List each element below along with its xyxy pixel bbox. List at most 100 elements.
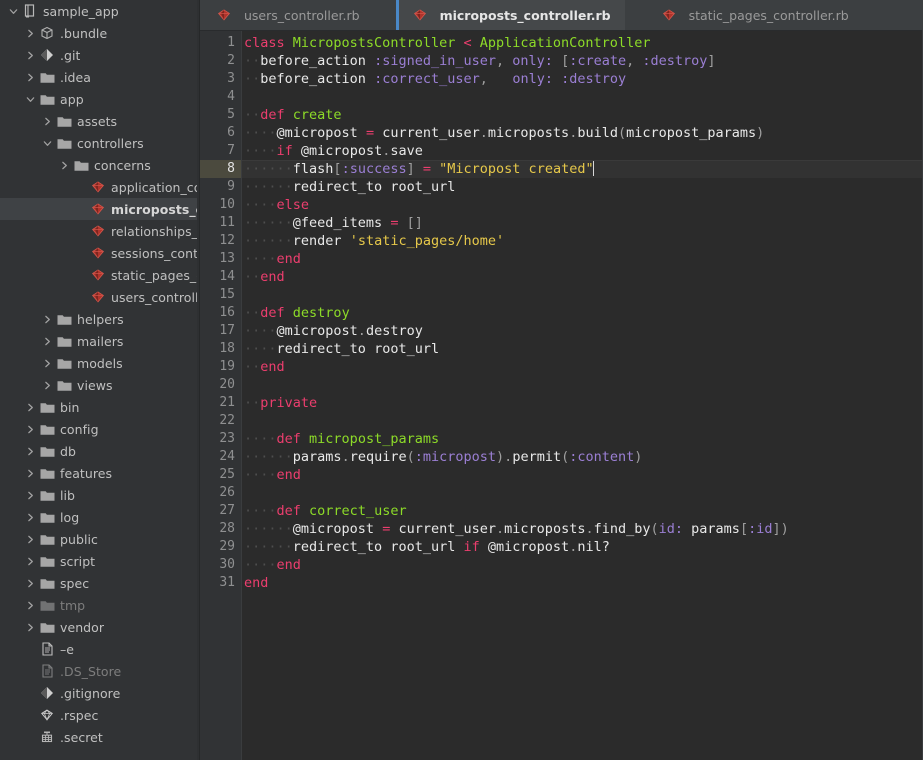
line-number[interactable]: 6 (200, 124, 242, 142)
chevron-down-icon[interactable] (23, 95, 37, 104)
tree-item-mailers[interactable]: mailers (0, 330, 200, 352)
chevron-right-icon[interactable] (23, 425, 37, 434)
chevron-right-icon[interactable] (23, 623, 37, 632)
editor-tab-microposts_controller-rb[interactable]: microposts_controller.rb (395, 0, 625, 30)
chevron-right-icon[interactable] (23, 403, 37, 412)
chevron-down-icon[interactable] (40, 139, 54, 148)
tree-item-assets[interactable]: assets (0, 110, 200, 132)
chevron-right-icon[interactable] (23, 601, 37, 610)
code-line[interactable]: ····end (242, 466, 923, 484)
code-line[interactable]: ······params.require(:micropost).permit(… (242, 448, 923, 466)
line-number[interactable]: 28 (200, 520, 242, 538)
chevron-right-icon[interactable] (23, 51, 37, 60)
chevron-right-icon[interactable] (57, 161, 71, 170)
chevron-right-icon[interactable] (40, 315, 54, 324)
line-number[interactable]: 22 (200, 412, 242, 430)
tree-item-e[interactable]: –e (0, 638, 200, 660)
line-number[interactable]: 8 (200, 160, 242, 178)
tree-item-controllers[interactable]: controllers (0, 132, 200, 154)
chevron-right-icon[interactable] (23, 579, 37, 588)
chevron-right-icon[interactable] (23, 535, 37, 544)
code-line[interactable]: ··before_action :correct_user, only: :de… (242, 70, 923, 88)
chevron-right-icon[interactable] (23, 469, 37, 478)
chevron-right-icon[interactable] (40, 359, 54, 368)
line-number[interactable]: 10 (200, 196, 242, 214)
line-number[interactable]: 18 (200, 340, 242, 358)
tree-item-application_controll[interactable]: application_controll (0, 176, 200, 198)
tree-item-spec[interactable]: spec (0, 572, 200, 594)
code-line[interactable] (242, 412, 923, 430)
tree-item-.ds_store[interactable]: .DS_Store (0, 660, 200, 682)
line-number-gutter[interactable]: 1 2 3 4 5 6 7 8 9 10 11 12 13 14 15 16 17 18 19 20 21 22 23 24 2… (200, 31, 242, 760)
code-line[interactable]: ····@micropost.destroy (242, 322, 923, 340)
code-line[interactable] (242, 484, 923, 502)
tree-item-.rspec[interactable]: .rspec (0, 704, 200, 726)
tree-item-vendor[interactable]: vendor (0, 616, 200, 638)
code-line[interactable]: ······@feed_items = [] (242, 214, 923, 232)
tree-item-helpers[interactable]: helpers (0, 308, 200, 330)
line-number[interactable]: 29 (200, 538, 242, 556)
line-number[interactable]: 30 (200, 556, 242, 574)
tree-item-config[interactable]: config (0, 418, 200, 440)
tree-item-relationships_contro[interactable]: relationships_contro (0, 220, 200, 242)
code-line[interactable]: ····def correct_user (242, 502, 923, 520)
code-line[interactable]: ····def micropost_params (242, 430, 923, 448)
tree-item-log[interactable]: log (0, 506, 200, 528)
chevron-right-icon[interactable] (23, 513, 37, 522)
code-line[interactable]: ······redirect_to root_url (242, 178, 923, 196)
tree-item-lib[interactable]: lib (0, 484, 200, 506)
tree-item-.idea[interactable]: .idea (0, 66, 200, 88)
tree-item-db[interactable]: db (0, 440, 200, 462)
code-line[interactable]: ····redirect_to root_url (242, 340, 923, 358)
code-line[interactable]: ··before_action :signed_in_user, only: [… (242, 52, 923, 70)
line-number[interactable]: 3 (200, 70, 242, 88)
tree-item-script[interactable]: script (0, 550, 200, 572)
code-line[interactable]: ······render 'static_pages/home' (242, 232, 923, 250)
project-tree-sidebar[interactable]: sample_app .bundle .git .idea app assets contr… (0, 0, 200, 760)
line-number[interactable]: 24 (200, 448, 242, 466)
line-number[interactable]: 5 (200, 106, 242, 124)
line-number[interactable]: 14 (200, 268, 242, 286)
tree-item-features[interactable]: features (0, 462, 200, 484)
tree-item-.git[interactable]: .git (0, 44, 200, 66)
code-line[interactable] (242, 88, 923, 106)
line-number[interactable]: 12 (200, 232, 242, 250)
line-number[interactable]: 25 (200, 466, 242, 484)
code-line[interactable]: ··end (242, 358, 923, 376)
code-line[interactable]: class MicropostsController < Application… (242, 34, 923, 52)
tree-item-tmp[interactable]: tmp (0, 594, 200, 616)
code-line[interactable]: ······@micropost = current_user.micropos… (242, 520, 923, 538)
line-number[interactable]: 19 (200, 358, 242, 376)
line-number[interactable]: 13 (200, 250, 242, 268)
chevron-right-icon[interactable] (23, 557, 37, 566)
chevron-down-icon[interactable] (6, 7, 20, 16)
chevron-right-icon[interactable] (23, 73, 37, 82)
tree-item-.secret[interactable]: .secret (0, 726, 200, 748)
tree-item-.bundle[interactable]: .bundle (0, 22, 200, 44)
line-number[interactable]: 15 (200, 286, 242, 304)
code-line[interactable]: ····end (242, 556, 923, 574)
code-editor[interactable]: 1 2 3 4 5 6 7 8 9 10 11 12 13 14 15 16 17 18 19 20 21 22 23 24 2… (200, 31, 923, 760)
code-line[interactable]: ··def destroy (242, 304, 923, 322)
line-number[interactable]: 31 (200, 574, 242, 592)
chevron-right-icon[interactable] (23, 29, 37, 38)
code-line[interactable] (242, 286, 923, 304)
tree-item-views[interactable]: views (0, 374, 200, 396)
line-number[interactable]: 11 (200, 214, 242, 232)
code-line[interactable]: ····if @micropost.save (242, 142, 923, 160)
chevron-right-icon[interactable] (23, 491, 37, 500)
line-number[interactable]: 16 (200, 304, 242, 322)
code-line[interactable]: ··def create (242, 106, 923, 124)
chevron-right-icon[interactable] (23, 447, 37, 456)
line-number[interactable]: 21 (200, 394, 242, 412)
line-number[interactable]: 9 (200, 178, 242, 196)
code-line[interactable]: end (242, 574, 923, 592)
code-line[interactable]: ··private (242, 394, 923, 412)
code-line[interactable]: ······flash[:success] = "Micropost creat… (242, 160, 923, 178)
tree-item-static_pages_contro[interactable]: static_pages_contro (0, 264, 200, 286)
line-number[interactable]: 7 (200, 142, 242, 160)
tree-item-concerns[interactable]: concerns (0, 154, 200, 176)
code-line[interactable]: ··end (242, 268, 923, 286)
tree-item-.gitignore[interactable]: .gitignore (0, 682, 200, 704)
code-line[interactable]: ····@micropost = current_user.microposts… (242, 124, 923, 142)
